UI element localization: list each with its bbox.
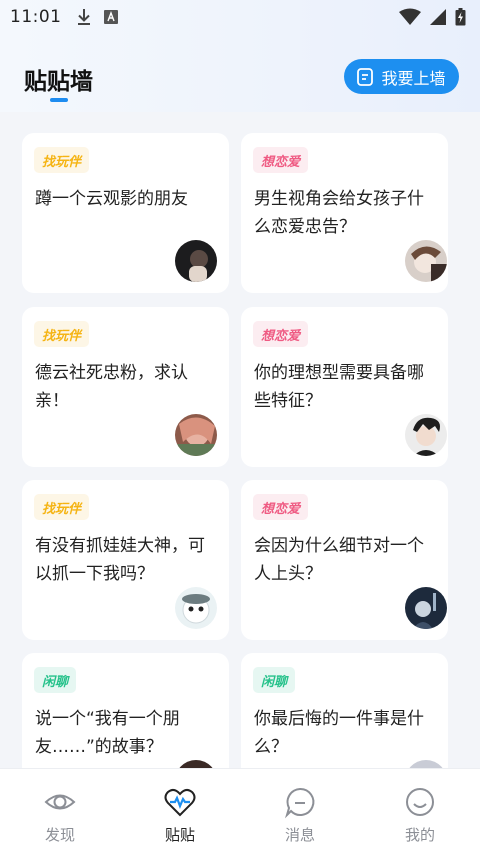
nav-label: 发现 (44, 826, 75, 844)
card-tag: 闲聊 (34, 667, 77, 693)
card-text: 你的理想型需要具备哪些特征？ (254, 363, 424, 411)
post-card[interactable]: 找玩伴 有没有抓娃娃大神，可以抓一下我吗？ (22, 480, 229, 640)
card-text: 说一个“我有一个朋友……”的故事？ (35, 709, 180, 757)
avatar[interactable] (175, 414, 217, 456)
avatar[interactable] (175, 760, 217, 768)
smile-icon (406, 788, 434, 816)
nav-item-mine[interactable]: 我的 (360, 769, 480, 852)
avatar[interactable] (175, 240, 217, 282)
post-card[interactable]: 闲聊 说一个“我有一个朋友……”的故事？ (22, 653, 229, 768)
card-tag: 找玩伴 (34, 494, 90, 520)
post-button[interactable]: 我要上墙 (344, 59, 459, 94)
nav-label: 我的 (404, 826, 435, 844)
card-tag: 找玩伴 (34, 321, 90, 347)
avatar[interactable] (175, 587, 217, 629)
card-tag: 想恋爱 (253, 494, 309, 520)
post-button-label: 我要上墙 (381, 68, 446, 88)
status-bar: 11:01 (0, 0, 480, 34)
post-card[interactable]: 闲聊 你最后悔的一件事是什么？ (241, 653, 448, 768)
nav-label: 贴贴 (164, 826, 195, 844)
header: 贴贴墙 我要上墙 (0, 44, 480, 108)
card-text: 有没有抓娃娃大神，可以抓一下我吗？ (35, 536, 205, 584)
title-underline (50, 98, 68, 102)
download-icon (77, 9, 90, 25)
signal-icon (430, 9, 446, 25)
post-card[interactable]: 想恋爱 男生视角会给女孩子什么恋爱忠告？ (241, 133, 448, 293)
card-text: 德云社死忠粉，求认亲！ (35, 363, 188, 411)
bottom-nav: 发现 贴贴 消息 我的 (0, 768, 480, 852)
post-card[interactable]: 想恋爱 会因为什么细节对一个人上头？ (241, 480, 448, 640)
post-card[interactable]: 想恋爱 你的理想型需要具备哪些特征？ (241, 307, 448, 467)
card-text: 男生视角会给女孩子什么恋爱忠告？ (254, 189, 424, 237)
avatar[interactable] (405, 240, 447, 282)
card-text: 会因为什么细节对一个人上头？ (254, 536, 424, 584)
avatar[interactable] (405, 760, 447, 768)
post-card[interactable]: 找玩伴 蹲一个云观影的朋友 (22, 133, 229, 293)
post-grid: 找玩伴 蹲一个云观影的朋友 想恋爱 男生视角会给女孩子什么恋爱忠告？ 找玩伴 德… (0, 112, 480, 768)
note-icon (357, 67, 374, 86)
heart-pulse-icon (164, 788, 196, 817)
keyboard-a-icon (103, 10, 118, 24)
eye-icon (44, 794, 76, 810)
message-icon (284, 787, 315, 819)
status-time: 11:01 (10, 7, 62, 27)
card-tag: 闲聊 (253, 667, 296, 693)
card-text: 你最后悔的一件事是什么？ (254, 709, 424, 757)
nav-item-discover[interactable]: 发现 (0, 769, 120, 852)
card-text: 蹲一个云观影的朋友 (35, 189, 188, 209)
nav-item-tietie[interactable]: 贴贴 (120, 769, 240, 852)
wifi-icon (399, 8, 421, 25)
card-tag: 想恋爱 (253, 147, 309, 173)
post-card[interactable]: 找玩伴 德云社死忠粉，求认亲！ (22, 307, 229, 467)
avatar[interactable] (405, 414, 447, 456)
nav-label: 消息 (284, 826, 315, 844)
card-tag: 想恋爱 (253, 321, 309, 347)
battery-icon (455, 8, 466, 26)
nav-item-messages[interactable]: 消息 (240, 769, 360, 852)
page-title: 贴贴墙 (24, 69, 93, 95)
card-tag: 找玩伴 (34, 147, 90, 173)
avatar[interactable] (405, 587, 447, 629)
